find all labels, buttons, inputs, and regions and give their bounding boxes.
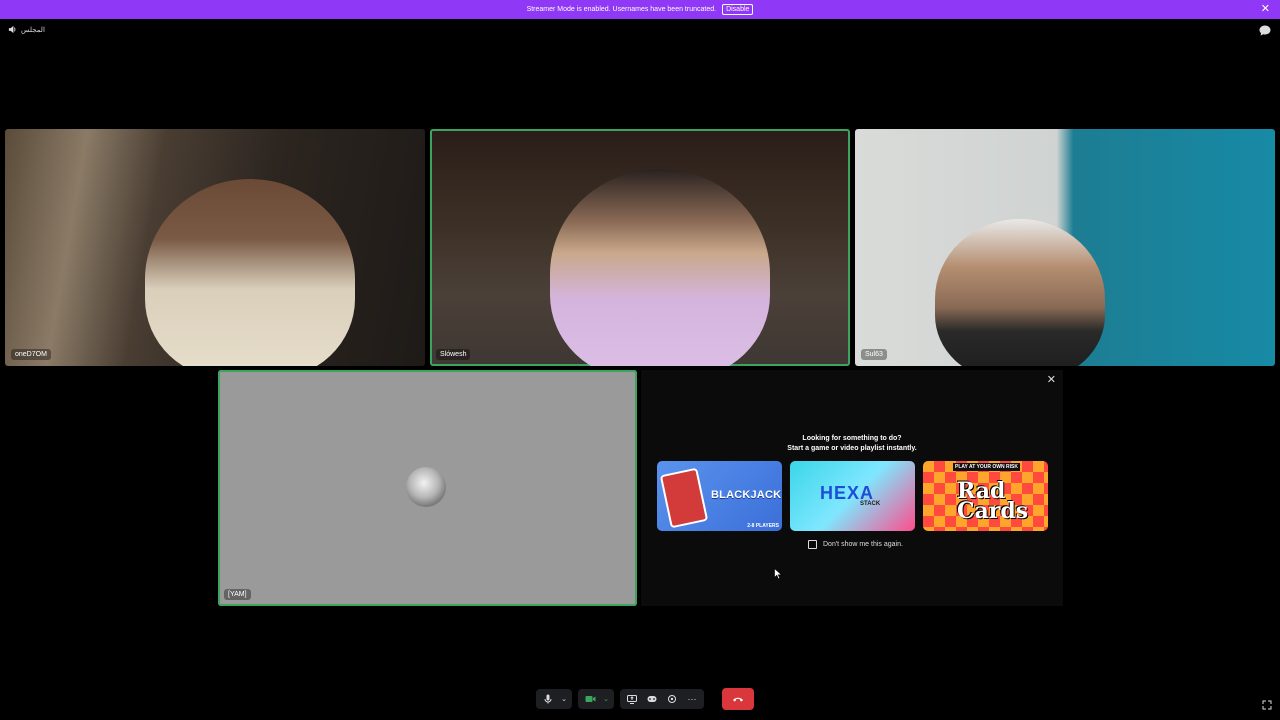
video-tile[interactable]: oneD7OM: [5, 129, 425, 366]
dont-show-label: Don't show me this again.: [823, 541, 903, 548]
mouse-cursor-icon: [774, 568, 782, 580]
close-icon[interactable]: ✕: [1047, 373, 1056, 386]
video-tile-speaking[interactable]: [YAM]: [218, 370, 637, 606]
participant-name: [YAM]: [224, 589, 251, 600]
participant-name: Sul63: [861, 349, 887, 360]
streamer-mode-banner: Streamer Mode is enabled. Usernames have…: [0, 0, 1280, 19]
more-options-icon[interactable]: ···: [684, 691, 700, 707]
chat-icon[interactable]: [1259, 25, 1271, 36]
activity-heading: Looking for something to do? Start a gam…: [787, 435, 917, 452]
disable-streamer-mode-button[interactable]: Disable: [722, 4, 754, 15]
speaker-icon: [8, 25, 16, 34]
activity-rocket-icon[interactable]: [644, 691, 660, 707]
avatar: [406, 467, 446, 507]
dont-show-checkbox[interactable]: [808, 540, 817, 549]
game-card-hexa-stack[interactable]: HEXA STACK: [790, 461, 915, 531]
screen-share-icon[interactable]: [624, 691, 640, 707]
voice-channel-header: المجلس: [8, 25, 45, 34]
banner-message: Streamer Mode is enabled. Usernames have…: [526, 6, 717, 13]
actions-group: ···: [620, 689, 704, 709]
dont-show-again: Don't show me this again.: [808, 540, 903, 549]
hang-up-icon: [733, 697, 743, 702]
game-card-rad-cards[interactable]: PLAY AT YOUR OWN RISK Rad Cards: [923, 461, 1048, 531]
participant-name: Slówesh: [436, 349, 471, 360]
video-tile[interactable]: Sul63: [855, 129, 1275, 366]
game-card-blackjack[interactable]: BLACKJACK 2-8 PLAYERS: [657, 461, 782, 531]
disconnect-button[interactable]: [722, 688, 754, 710]
close-icon[interactable]: ✕: [1261, 3, 1270, 15]
video-tile-speaking[interactable]: Slówesh: [430, 129, 850, 366]
mic-group: ⌄: [536, 689, 572, 709]
participant-name: oneD7OM: [11, 349, 51, 360]
activity-suggestions-panel: ✕ Looking for something to do? Start a g…: [641, 370, 1063, 606]
microphone-icon[interactable]: [540, 691, 556, 707]
camera-icon[interactable]: [582, 691, 598, 707]
call-controls: ⌄ ⌄ ···: [536, 688, 754, 710]
chevron-down-icon[interactable]: ⌄: [560, 691, 568, 707]
chevron-down-icon[interactable]: ⌄: [602, 691, 610, 707]
activity-cards: BLACKJACK 2-8 PLAYERS HEXA STACK PLAY AT…: [657, 461, 1048, 531]
channel-name: المجلس: [21, 26, 45, 34]
camera-group: ⌄: [578, 689, 614, 709]
playing-card-icon: [659, 467, 709, 529]
fullscreen-icon[interactable]: [1262, 700, 1272, 710]
soundboard-icon[interactable]: [664, 691, 680, 707]
